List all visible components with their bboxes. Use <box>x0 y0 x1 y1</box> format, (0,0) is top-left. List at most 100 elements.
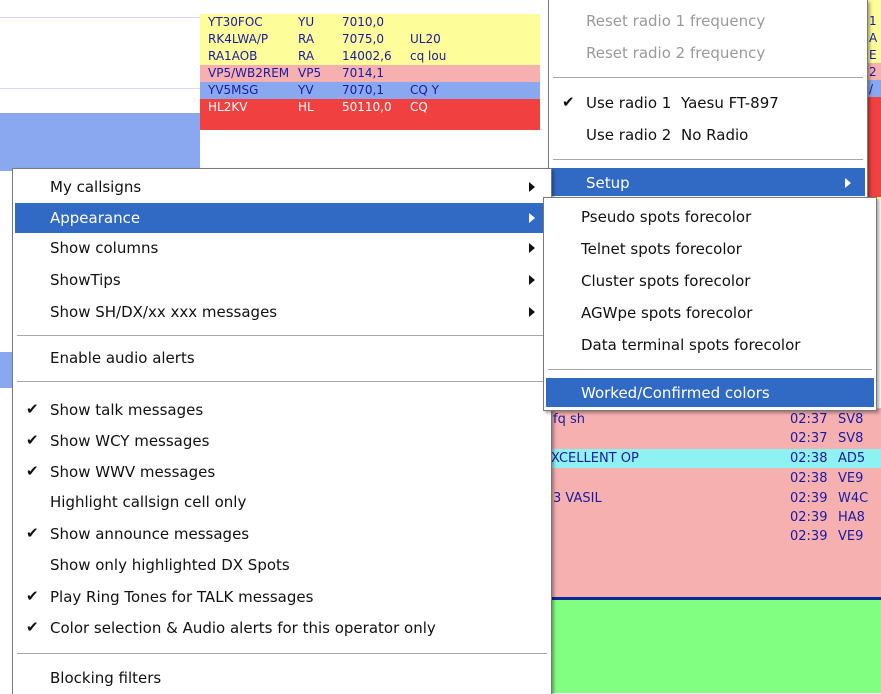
submenu-arrow-icon <box>529 243 535 253</box>
table-row[interactable]: YV5MSG YV 7070,1 CQ Y <box>200 82 540 99</box>
worked-confirmed-colors-item[interactable]: Worked/Confirmed colors <box>546 378 874 407</box>
spot-prefix: RA <box>298 49 315 63</box>
menu-item-label: Reset radio 1 frequency <box>586 12 766 30</box>
spot-prefix: YV <box>298 83 314 97</box>
reset-radio1-item[interactable]: Reset radio 1 frequency <box>551 6 865 36</box>
menu-item-label: Play Ring Tones for TALK messages <box>50 588 314 606</box>
appearance-item[interactable]: Appearance <box>15 203 549 233</box>
submenu-arrow-icon <box>529 275 535 285</box>
check-icon: ✔ <box>26 462 39 480</box>
show-tips-item[interactable]: ShowTips <box>15 265 549 295</box>
lower-spot-time: 02:38 <box>790 451 828 466</box>
agwpe-spots-forecolor-item[interactable]: AGWpe spots forecolor <box>546 298 874 328</box>
my-callsigns-item[interactable]: My callsigns <box>15 172 549 202</box>
spot-frequency: 7014,1 <box>342 66 384 80</box>
lower-spot-comment: 3 VASIL <box>553 491 602 506</box>
table-row[interactable]: RA1AOB RA 14002,6 cq lou <box>200 48 540 65</box>
spot-callsign[interactable]: YT30FOC <box>208 15 263 29</box>
pseudo-spots-forecolor-item[interactable]: Pseudo spots forecolor <box>546 202 874 232</box>
menu-item-label: Appearance <box>50 209 141 227</box>
menu-item-label: Show talk messages <box>50 401 204 419</box>
spot-callsign[interactable]: YV5MSG <box>208 83 258 97</box>
show-sh-dx-item[interactable]: Show SH/DX/xx xxx messages <box>15 297 549 327</box>
table-row[interactable]: VP5/WB2REM VP5 7014,1 <box>200 65 540 82</box>
lower-spot-call: VE9 <box>838 529 864 544</box>
left-row-line <box>0 17 200 18</box>
spot-frequency: 7010,0 <box>342 15 384 29</box>
lower-spot-comment: XCELLENT OP <box>551 451 639 466</box>
check-icon: ✔ <box>562 93 575 111</box>
lower-spot-time: 02:39 <box>790 510 828 525</box>
show-wcy-messages-item[interactable]: ✔ Show WCY messages <box>15 426 549 456</box>
spot-callsign[interactable]: VP5/WB2REM <box>208 66 294 80</box>
menu-item-label: Show only highlighted DX Spots <box>50 556 290 574</box>
right-edge-char: 1 <box>869 14 877 28</box>
menu-item-label: Highlight callsign cell only <box>50 493 247 511</box>
lower-spot-time: 02:37 <box>790 431 828 446</box>
radio-context-menu: Reset radio 1 frequency Reset radio 2 fr… <box>548 0 868 199</box>
radio2-name: No Radio <box>681 126 749 144</box>
menu-item-label: Use radio 2 <box>586 126 672 144</box>
check-icon: ✔ <box>26 587 39 605</box>
use-radio1-item[interactable]: ✔ Use radio 1 Yaesu FT-897 <box>551 88 865 118</box>
show-highlighted-dx-item[interactable]: Show only highlighted DX Spots <box>15 550 549 580</box>
lower-spot-call: SV8 <box>838 431 864 446</box>
menu-separator <box>17 381 547 382</box>
spot-frequency: 14002,6 <box>342 49 392 63</box>
submenu-arrow-icon <box>845 178 851 188</box>
telnet-spots-forecolor-item[interactable]: Telnet spots forecolor <box>546 234 874 264</box>
lower-spot-comment: fq sh <box>553 412 585 427</box>
play-ring-tones-item[interactable]: ✔ Play Ring Tones for TALK messages <box>15 582 549 612</box>
show-columns-item[interactable]: Show columns <box>15 233 549 263</box>
highlight-callsign-cell-item[interactable]: Highlight callsign cell only <box>15 487 549 517</box>
lower-spot-call: W4C <box>838 491 869 506</box>
left-blue-row <box>0 113 200 171</box>
menu-item-label: My callsigns <box>50 178 142 196</box>
menu-item-label: ShowTips <box>50 271 121 289</box>
cluster-spots-forecolor-item[interactable]: Cluster spots forecolor <box>546 266 874 296</box>
spot-callsign[interactable]: HL2KV <box>208 100 247 114</box>
check-icon: ✔ <box>26 400 39 418</box>
lower-spot-time: 02:38 <box>790 471 828 486</box>
menu-item-label: Show announce messages <box>50 525 250 543</box>
submenu-arrow-icon <box>529 307 535 317</box>
left-row-line-2 <box>0 88 200 89</box>
spot-comment: cq lou <box>410 49 447 63</box>
color-selection-item[interactable]: ✔ Color selection & Audio alerts for thi… <box>15 613 549 643</box>
spot-comment: CQ Y <box>410 83 439 97</box>
right-edge-char: 2 <box>869 65 877 79</box>
spot-callsign[interactable]: RK4LWA/P <box>208 32 268 46</box>
menu-item-label: AGWpe spots forecolor <box>581 304 753 322</box>
use-radio2-item[interactable]: Use radio 2 No Radio <box>551 120 865 150</box>
menu-item-label: Data terminal spots forecolor <box>581 336 801 354</box>
show-announce-messages-item[interactable]: ✔ Show announce messages <box>15 519 549 549</box>
menu-separator <box>548 369 872 370</box>
menu-item-label: Show WWV messages <box>50 463 216 481</box>
table-row[interactable]: RK4LWA/P RA 7075,0 UL20 <box>200 31 540 48</box>
menu-item-label: Show SH/DX/xx xxx messages <box>50 303 278 321</box>
spot-callsign[interactable]: RA1AOB <box>208 49 257 63</box>
lower-spot-time: 02:37 <box>790 412 828 427</box>
show-talk-messages-item[interactable]: ✔ Show talk messages <box>15 395 549 425</box>
data-terminal-spots-forecolor-item[interactable]: Data terminal spots forecolor <box>546 330 874 360</box>
submenu-arrow-icon <box>529 213 535 223</box>
menu-separator <box>553 159 863 160</box>
menu-item-label: Pseudo spots forecolor <box>581 208 752 226</box>
table-row[interactable]: HL2KV HL 50110,0 CQ <box>200 99 540 116</box>
blocking-filters-item[interactable]: Blocking filters <box>15 663 549 693</box>
main-context-menu: My callsigns Appearance Show columns Sho… <box>12 168 552 694</box>
show-wwv-messages-item[interactable]: ✔ Show WWV messages <box>15 457 549 487</box>
spot-frequency: 7070,1 <box>342 83 384 97</box>
check-icon: ✔ <box>26 618 39 636</box>
enable-audio-alerts-item[interactable]: Enable audio alerts <box>15 343 549 373</box>
spot-frequency: 7075,0 <box>342 32 384 46</box>
menu-item-label: Use radio 1 <box>586 94 672 112</box>
green-area <box>548 600 881 693</box>
setup-item[interactable]: Setup <box>551 168 865 196</box>
reset-radio2-item[interactable]: Reset radio 2 frequency <box>551 38 865 68</box>
lower-spot-time: 02:39 <box>790 491 828 506</box>
menu-item-label: Blocking filters <box>50 669 162 687</box>
table-row[interactable]: YT30FOC YU 7010,0 <box>200 14 540 31</box>
menu-item-label: Reset radio 2 frequency <box>586 44 766 62</box>
lower-spot-time: 02:39 <box>790 529 828 544</box>
